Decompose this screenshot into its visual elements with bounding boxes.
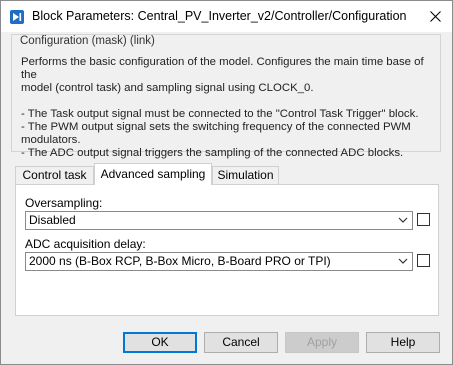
adc-delay-select[interactable]: 2000 ns (B-Box RCP, B-Box Micro, B-Board…: [25, 252, 413, 271]
chevron-down-icon: [398, 217, 408, 223]
adc-delay-checkbox[interactable]: [417, 254, 430, 267]
close-button[interactable]: [419, 1, 452, 32]
mask-description: Performs the basic configuration of the …: [21, 56, 437, 160]
description-line: - The PWM output signal sets the switchi…: [21, 121, 411, 133]
chevron-down-icon: [398, 258, 408, 264]
apply-button[interactable]: Apply: [285, 332, 359, 353]
adc-delay-value: 2000 ns (B-Box RCP, B-Box Micro, B-Board…: [29, 254, 331, 268]
tab-control-task[interactable]: Control task: [15, 166, 94, 184]
description-line: - The ADC output signal triggers the sam…: [21, 147, 404, 159]
tab-advanced-sampling[interactable]: Advanced sampling: [94, 163, 212, 185]
simulink-block-icon: [10, 10, 24, 24]
cancel-button[interactable]: Cancel: [204, 332, 278, 353]
adc-delay-label: ADC acquisition delay:: [25, 237, 146, 251]
close-icon: [430, 11, 441, 22]
description-line: model (control task) and sampling signal…: [21, 82, 314, 94]
oversampling-select[interactable]: Disabled: [25, 211, 413, 230]
help-button[interactable]: Help: [366, 332, 440, 353]
description-line: Performs the basic configuration of the …: [21, 56, 424, 81]
window-title: Block Parameters: Central_PV_Inverter_v2…: [32, 9, 407, 23]
group-title: Configuration (mask) (link): [20, 35, 155, 47]
description-line: - The Task output signal must be connect…: [21, 108, 419, 120]
mask-description-group: Configuration (mask) (link) Performs the…: [11, 34, 441, 159]
tab-simulation[interactable]: Simulation: [212, 166, 279, 184]
block-parameters-dialog: Block Parameters: Central_PV_Inverter_v2…: [0, 0, 453, 365]
title-bar[interactable]: Block Parameters: Central_PV_Inverter_v2…: [1, 1, 452, 32]
ok-button[interactable]: OK: [123, 332, 197, 353]
oversampling-value: Disabled: [29, 213, 76, 227]
oversampling-label: Oversampling:: [25, 196, 103, 210]
oversampling-checkbox[interactable]: [417, 213, 430, 226]
description-line: modulators.: [21, 134, 81, 146]
